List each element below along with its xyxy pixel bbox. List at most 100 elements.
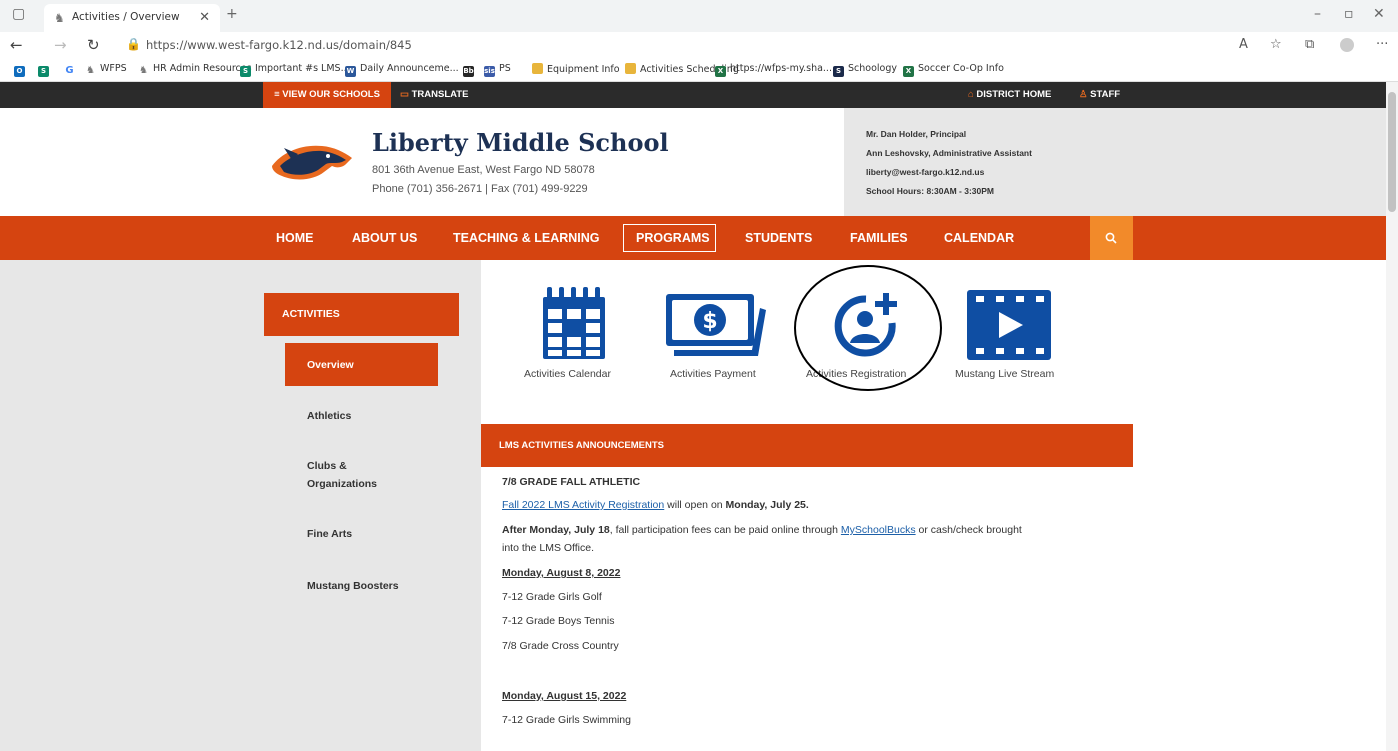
bookmark-item[interactable]: W Daily Announceme... xyxy=(345,63,459,77)
school-name[interactable]: Liberty Middle School xyxy=(372,128,669,157)
view-schools-label: VIEW OUR SCHOOLS xyxy=(282,89,380,100)
announcement-heading: 7/8 GRADE FALL ATHLETIC xyxy=(502,476,641,488)
myschoolbucks-link[interactable]: MySchoolBucks xyxy=(841,524,916,536)
bookmark-label: Important #s LMS... xyxy=(255,63,350,74)
restore-icon[interactable]: ▫ xyxy=(1344,6,1354,22)
favorite-icon[interactable]: ☆ xyxy=(1270,37,1282,52)
principal-name: Mr. Dan Holder, Principal xyxy=(866,129,967,139)
payment-icon[interactable]: $ xyxy=(664,292,774,362)
nav-about-us[interactable]: ABOUT US xyxy=(352,216,417,260)
nav-students[interactable]: STUDENTS xyxy=(745,216,812,260)
date-heading-1: Monday, August 8, 2022 xyxy=(502,567,621,579)
fees-line: After Monday, July 18, fall participatio… xyxy=(502,524,1022,536)
word-icon: W xyxy=(345,66,356,77)
bookmark-item[interactable]: S xyxy=(38,63,53,77)
sidebar-item-athletics[interactable]: Athletics xyxy=(307,407,351,425)
activities-payment-link[interactable]: Activities Payment xyxy=(670,368,756,380)
forward-icon[interactable]: → xyxy=(54,36,67,54)
site-top-bar xyxy=(0,82,1386,108)
sis-icon: sis xyxy=(484,66,495,77)
nav-families[interactable]: FAMILIES xyxy=(850,216,908,260)
bookmark-item[interactable]: Bb xyxy=(463,63,478,77)
bookmark-item[interactable]: Equipment Info xyxy=(532,63,620,75)
collections-icon[interactable]: ⧉ xyxy=(1305,37,1314,52)
bookmark-label: Soccer Co-Op Info xyxy=(918,63,1004,74)
sidebar-item-fine-arts[interactable]: Fine Arts xyxy=(307,525,352,543)
bookmarks-bar: O S G ♞ WFPS ♞ HR Admin Resources S Important #s… xyxy=(0,59,1398,82)
search-button[interactable] xyxy=(1090,216,1133,260)
bookmark-item[interactable]: Xhttps://wfps-my.sha... xyxy=(715,63,832,77)
bookmark-item[interactable]: sis PS xyxy=(484,63,511,77)
bookmark-label: PS xyxy=(499,63,511,74)
excel-icon: X xyxy=(715,66,726,77)
school-hours: School Hours: 8:30AM - 3:30PM xyxy=(866,186,994,196)
sidebar-item-mustang-boosters[interactable]: Mustang Boosters xyxy=(307,577,399,595)
school-email[interactable]: liberty@west-fargo.k12.nd.us xyxy=(866,167,984,177)
calendar-icon[interactable] xyxy=(541,287,609,361)
tab-actions-icon[interactable]: ▢ xyxy=(12,6,25,22)
district-home-button[interactable]: ⌂ DISTRICT HOME xyxy=(968,82,1051,108)
fees-line-2: into the LMS Office. xyxy=(502,542,595,554)
new-tab-icon[interactable]: + xyxy=(226,6,238,22)
bookmark-item[interactable]: G xyxy=(64,63,79,76)
sidebar-item-overview[interactable]: Overview xyxy=(285,343,438,386)
list-item: 7/8 Grade Cross Country xyxy=(502,640,619,652)
more-menu-icon[interactable]: ··· xyxy=(1376,37,1388,52)
speech-bubble-icon: ▭ xyxy=(400,89,409,100)
user-icon: ♙ xyxy=(1079,89,1088,100)
activities-calendar-link[interactable]: Activities Calendar xyxy=(524,368,611,380)
translate-button[interactable]: ▭ TRANSLATE xyxy=(400,82,468,108)
view-schools-button[interactable]: ≡ VIEW OUR SCHOOLS xyxy=(263,82,391,108)
fees-date: After Monday, July 18 xyxy=(502,524,610,536)
url-text[interactable]: https://www.west-fargo.k12.nd.us/domain/… xyxy=(146,38,412,52)
district-home-label: DISTRICT HOME xyxy=(976,89,1052,100)
close-window-icon[interactable]: ✕ xyxy=(1373,6,1385,22)
refresh-icon[interactable]: ↻ xyxy=(87,36,100,54)
nav-home[interactable]: HOME xyxy=(276,216,314,260)
mustang-logo[interactable] xyxy=(262,138,358,186)
school-info-box: Mr. Dan Holder, Principal Ann Leshovsky,… xyxy=(844,108,1386,216)
fees-text-end: or cash/check brought xyxy=(915,524,1022,536)
close-tab-icon[interactable]: ✕ xyxy=(199,9,210,25)
read-aloud-icon[interactable]: A xyxy=(1239,37,1248,52)
search-icon xyxy=(1105,232,1117,244)
profile-avatar-icon[interactable] xyxy=(1340,38,1354,52)
staff-button[interactable]: ♙ STAFF xyxy=(1079,82,1120,108)
sidebar-item-label: Overview xyxy=(307,359,354,371)
folder-icon xyxy=(625,63,636,74)
nav-programs[interactable]: PROGRAMS xyxy=(636,216,710,260)
browser-tab-strip: ▢ ♞ Activities / Overview ✕ + – ▫ ✕ xyxy=(0,0,1398,32)
sidebar-section-activities[interactable]: ACTIVITIES xyxy=(264,293,459,336)
video-icon[interactable] xyxy=(967,290,1051,360)
list-item: 7-12 Grade Boys Tennis xyxy=(502,615,615,627)
minimize-icon[interactable]: – xyxy=(1314,6,1321,22)
staff-label: STAFF xyxy=(1090,89,1121,100)
registration-text: will open on xyxy=(664,499,726,511)
annotation-circle xyxy=(794,265,942,391)
list-item: 7-12 Grade Girls Swimming xyxy=(502,714,631,726)
home-icon: ⌂ xyxy=(968,89,974,100)
address-bar[interactable]: 🔒 https://www.west-fargo.k12.nd.us/domai… xyxy=(118,35,1268,56)
bookmark-item[interactable]: S Important #s LMS... xyxy=(240,63,350,77)
bookmark-item[interactable]: ♞ HR Admin Resources xyxy=(138,63,252,76)
sidebar-item-clubs[interactable]: Clubs & xyxy=(307,457,347,475)
sidebar-item-organizations[interactable]: Organizations xyxy=(307,475,377,493)
bookmark-label: Equipment Info xyxy=(547,64,620,75)
scrollbar-thumb[interactable] xyxy=(1388,92,1396,212)
sidebar-section-label: ACTIVITIES xyxy=(282,308,340,320)
back-icon[interactable]: ← xyxy=(10,36,23,54)
bookmark-item[interactable]: S Schoology xyxy=(833,63,897,77)
mustang-favicon: ♞ xyxy=(139,65,148,76)
lock-icon[interactable]: 🔒 xyxy=(126,37,141,51)
bookmark-item[interactable]: O xyxy=(14,63,29,77)
registration-link[interactable]: Fall 2022 LMS Activity Registration xyxy=(502,499,664,511)
mustang-live-stream-link[interactable]: Mustang Live Stream xyxy=(955,368,1054,380)
address-bar-row: ← → ↻ 🔒 https://www.west-fargo.k12.nd.us… xyxy=(0,32,1398,59)
nav-teaching-learning[interactable]: TEACHING & LEARNING xyxy=(453,216,600,260)
browser-tab[interactable]: ♞ Activities / Overview ✕ xyxy=(44,4,220,32)
bookmark-item[interactable]: X Soccer Co-Op Info xyxy=(903,63,1004,77)
bookmark-item[interactable]: ♞ WFPS xyxy=(85,63,127,76)
blackboard-icon: Bb xyxy=(463,66,474,77)
nav-calendar[interactable]: CALENDAR xyxy=(944,216,1014,260)
registration-date: Monday, July 25. xyxy=(725,499,809,511)
